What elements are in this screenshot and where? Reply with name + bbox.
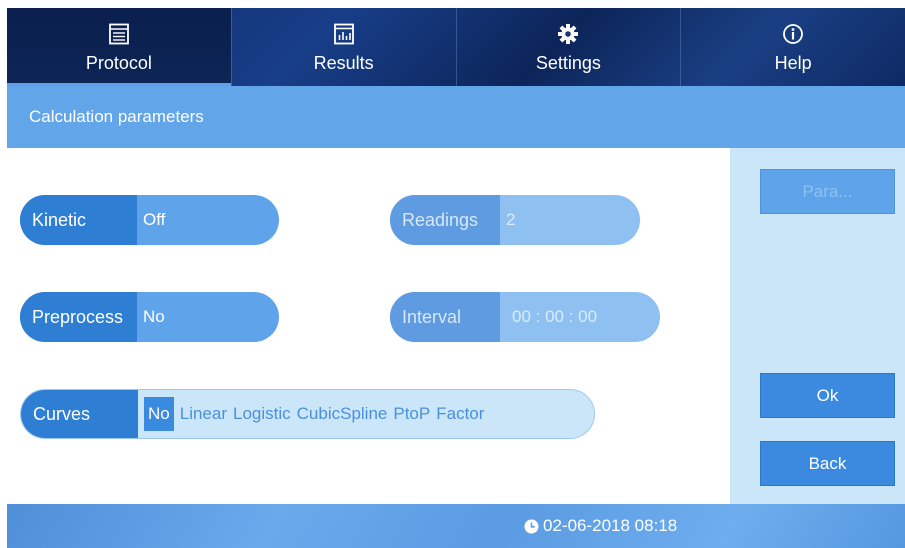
tab-protocol-label: Protocol	[85, 52, 152, 73]
kinetic-label: Kinetic	[20, 195, 137, 245]
top-navigation: Protocol Results Settings Help	[7, 8, 905, 86]
info-icon	[780, 21, 806, 47]
tab-protocol[interactable]: Protocol	[7, 8, 231, 86]
datetime-text: 02-06-2018 08:18	[543, 516, 678, 535]
tab-results[interactable]: Results	[230, 8, 456, 86]
bar-chart-icon	[331, 21, 357, 47]
curve-option-linear[interactable]: Linear	[180, 404, 227, 424]
preprocess-field[interactable]: Preprocess No	[20, 292, 279, 342]
readings-field: Readings 2	[390, 195, 640, 245]
interval-label: Interval	[390, 292, 500, 342]
window-icon	[106, 21, 132, 47]
curve-option-logistic[interactable]: Logistic	[233, 404, 291, 424]
curves-selector: Curves No Linear Logistic CubicSpline Pt…	[20, 389, 595, 439]
curve-option-factor[interactable]: Factor	[436, 404, 484, 424]
curve-option-ptop[interactable]: PtoP	[393, 404, 430, 424]
ok-button[interactable]: Ok	[760, 373, 895, 418]
curve-option-cubicspline[interactable]: CubicSpline	[297, 404, 388, 424]
section-header: Calculation parameters	[7, 86, 905, 148]
preprocess-label: Preprocess	[20, 292, 137, 342]
readings-value: 2	[506, 210, 516, 229]
para-button[interactable]: Para...	[760, 169, 895, 214]
kinetic-field[interactable]: Kinetic Off	[20, 195, 279, 245]
clock-icon	[524, 519, 539, 534]
datetime-display: 02-06-2018 08:18	[524, 516, 677, 536]
curves-label: Curves	[21, 390, 138, 438]
tab-help-label: Help	[774, 52, 812, 73]
page-title: Calculation parameters	[29, 107, 204, 126]
tab-results-label: Results	[313, 52, 374, 73]
preprocess-value: No	[143, 307, 165, 326]
curve-option-no[interactable]: No	[144, 397, 174, 431]
status-bar: 02-06-2018 08:18	[7, 504, 905, 548]
curves-options: No Linear Logistic CubicSpline PtoP Fact…	[138, 390, 484, 438]
readings-label: Readings	[390, 195, 500, 245]
kinetic-value: Off	[143, 210, 166, 229]
back-button[interactable]: Back	[760, 441, 895, 486]
interval-value: 00 : 00 : 00	[512, 307, 598, 326]
tab-help[interactable]: Help	[680, 8, 905, 86]
gear-icon	[555, 21, 581, 47]
tab-settings[interactable]: Settings	[455, 8, 681, 86]
tab-settings-label: Settings	[535, 52, 601, 73]
interval-field: Interval 00 : 00 : 00	[390, 292, 660, 342]
